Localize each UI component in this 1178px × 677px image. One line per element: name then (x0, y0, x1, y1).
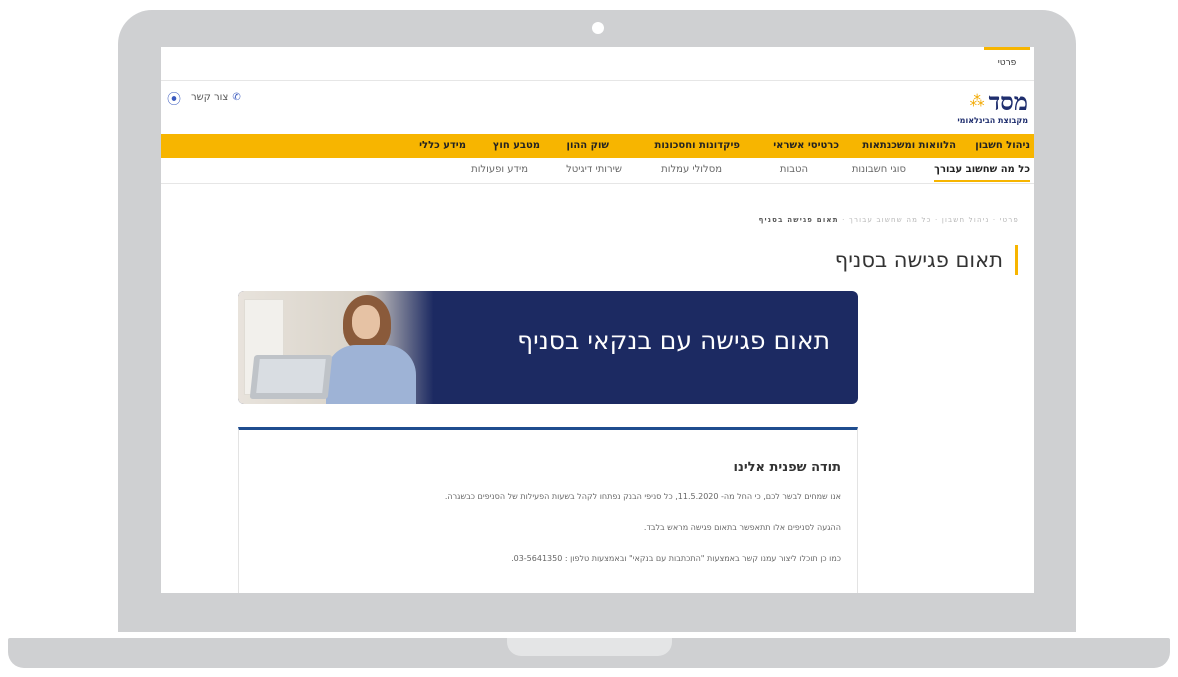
subnav-account-types[interactable]: סוגי חשבונות (852, 158, 906, 182)
photo-laptop-screen (256, 359, 326, 393)
page-title: תאום פגישה בסניף (835, 245, 1018, 275)
nav-deposits-savings[interactable]: פיקדונות וחסכונות (655, 134, 740, 158)
banner-photo (238, 291, 468, 404)
info-card: תודה שפנית אלינו אנו שמחים לבשר לכם, כי … (238, 427, 858, 593)
main-nav: ניהול חשבון הלוואות ומשכנתאות כרטיסי אשר… (161, 134, 1034, 158)
subnav-benefits[interactable]: הטבות (780, 158, 808, 182)
nav-credit-cards[interactable]: כרטיסי אשראי (773, 134, 839, 158)
breadcrumb-trail[interactable]: פרטי · ניהול חשבון · כל מה שחשוב עבורך · (842, 216, 1019, 224)
logo-text: מסד (988, 87, 1028, 116)
nav-account-management[interactable]: ניהול חשבון (975, 134, 1030, 158)
nav-foreign-currency[interactable]: מטבע חוץ (493, 134, 540, 158)
card-paragraph-1: אנו שמחים לבשר לכם, כי החל מה- 11.5.2020… (444, 492, 841, 501)
contact-label: צור קשר (191, 92, 229, 103)
subnav-digital-services[interactable]: שירותי דיגיטל (566, 158, 622, 182)
camera-icon (592, 22, 604, 34)
browser-viewport: פרטי מסד⁂ מקבוצת הבינלאומי ✆צור קשר ⦿ ני… (161, 47, 1034, 593)
photo-person-face (352, 305, 380, 339)
card-paragraph-3: כמו כן תוכלו ליצור עמנו קשר באמצעות "התכ… (511, 554, 841, 563)
bank-logo[interactable]: מסד⁂ מקבוצת הבינלאומי (908, 89, 1028, 129)
photo-person-body (326, 345, 416, 404)
subnav-fee-plans[interactable]: מסלולי עמלות (661, 158, 722, 182)
nav-general-info[interactable]: מידע כללי (419, 134, 466, 158)
subnav-important-for-you[interactable]: כל מה שחשוב עבורך (934, 158, 1030, 182)
contact-link[interactable]: ✆צור קשר (191, 92, 241, 103)
sub-nav: כל מה שחשוב עבורך סוגי חשבונות הטבות מסל… (161, 158, 1034, 184)
breadcrumb: פרטי · ניהול חשבון · כל מה שחשוב עבורך ·… (759, 216, 1019, 224)
phone-icon: ✆ (232, 92, 241, 103)
hero-banner: תאום פגישה עם בנקאי בסניף (238, 291, 858, 404)
laptop-mockup: פרטי מסד⁂ מקבוצת הבינלאומי ✆צור קשר ⦿ ני… (0, 0, 1178, 677)
nav-loans-mortgages[interactable]: הלוואות ומשכנתאות (862, 134, 956, 158)
card-paragraph-2: ההגעה לסניפים אלו תתאפשר בתאום פגישה מרא… (643, 523, 841, 532)
logo-subtitle: מקבוצת הבינלאומי (957, 116, 1028, 125)
site-header: מסד⁂ מקבוצת הבינלאומי ✆צור קשר ⦿ (161, 81, 1034, 133)
location-pin-icon[interactable]: ⦿ (167, 89, 181, 109)
nav-capital-market[interactable]: שוק ההון (567, 134, 609, 158)
top-bar: פרטי (161, 47, 1034, 81)
laptop-base-notch (507, 638, 672, 656)
breadcrumb-current: תאום פגישה בסניף (758, 216, 839, 224)
banner-headline: תאום פגישה עם בנקאי בסניף (517, 326, 830, 355)
tab-private[interactable]: פרטי (984, 47, 1030, 75)
logo-mark-icon: ⁂ (969, 92, 985, 110)
card-title: תודה שפנית אלינו (733, 460, 842, 475)
subnav-info-actions[interactable]: מידע ופעולות (471, 158, 528, 182)
